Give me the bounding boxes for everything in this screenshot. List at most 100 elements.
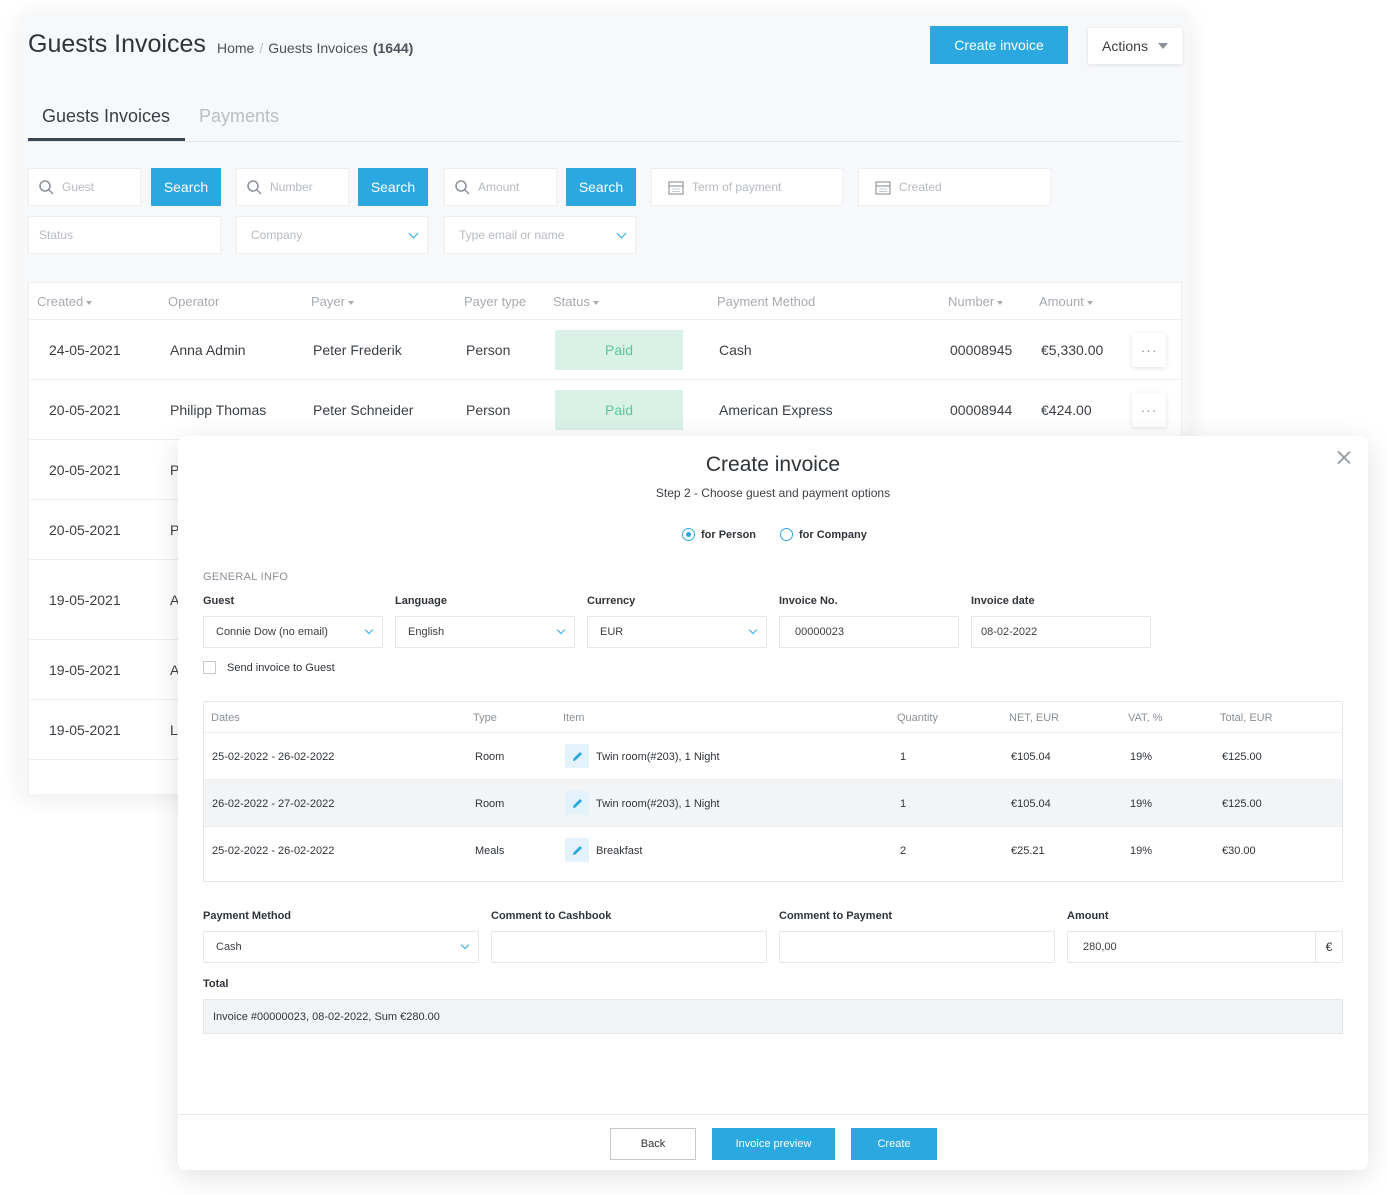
invoice-preview-button[interactable]: Invoice preview	[712, 1128, 835, 1160]
column-header-status[interactable]: Status	[553, 294, 599, 309]
amount-input[interactable]: 280,00 €	[1067, 931, 1343, 963]
column-header-operator: Operator	[168, 294, 220, 309]
status-badge: Paid	[555, 330, 683, 370]
vat-cell: 19%	[1130, 845, 1153, 857]
radio-for-company[interactable]: for Company	[780, 528, 867, 541]
number-search-button[interactable]: Search	[358, 168, 428, 206]
send-invoice-option[interactable]: Send invoice to Guest	[203, 661, 335, 674]
tab-guests-invoices[interactable]: Guests Invoices	[42, 106, 170, 127]
general-info-heading: GENERAL INFO	[203, 571, 289, 583]
item-cell: Breakfast	[596, 845, 643, 857]
email-name-select[interactable]: Type email or name	[444, 216, 636, 254]
chevron-down-icon	[460, 940, 470, 950]
currency-symbol: €	[1315, 932, 1342, 962]
total-label: Total	[203, 978, 229, 990]
more-options-button[interactable]: ···	[1132, 333, 1166, 367]
table-row[interactable]: 24-05-2021 Anna Admin Peter Frederik Per…	[29, 319, 1183, 379]
operator-cell: L	[170, 722, 178, 738]
amount-cell: €424.00	[1041, 402, 1092, 418]
invoice-no-value: 00000023	[795, 626, 844, 638]
dates-cell: 26-02-2022 - 27-02-2022	[212, 798, 335, 810]
table-row[interactable]: 20-05-2021 Philipp Thomas Peter Schneide…	[29, 379, 1183, 439]
column-header-vat: VAT, %	[1128, 712, 1163, 724]
guest-search-button[interactable]: Search	[151, 168, 221, 206]
tab-payments[interactable]: Payments	[199, 106, 279, 127]
created-cell: 19-05-2021	[49, 662, 121, 678]
created-cell: 20-05-2021	[49, 522, 121, 538]
dates-cell: 25-02-2022 - 26-02-2022	[212, 751, 335, 763]
search-icon	[247, 179, 262, 195]
create-invoice-button[interactable]: Create invoice	[930, 26, 1068, 64]
column-header-amount[interactable]: Amount	[1039, 294, 1093, 309]
language-select[interactable]: English	[395, 616, 575, 648]
column-header-number[interactable]: Number	[948, 294, 1004, 309]
comment-payment-input[interactable]	[779, 931, 1055, 963]
table-row: 26-02-2022 - 27-02-2022 Room Twin room(#…	[204, 779, 1342, 826]
amount-search-button[interactable]: Search	[566, 168, 636, 206]
column-header-created[interactable]: Created	[37, 294, 93, 309]
invoice-total-summary: Invoice #00000023, 08-02-2022, Sum €280.…	[203, 999, 1343, 1034]
payment-method-select[interactable]: Cash	[203, 931, 479, 963]
back-button[interactable]: Back	[610, 1128, 696, 1160]
amount-cell: €5,330.00	[1041, 342, 1104, 358]
payer-type-cell: Person	[466, 342, 511, 358]
amount-search-input[interactable]: Amount	[444, 168, 557, 206]
invoice-no-label: Invoice No.	[779, 595, 838, 607]
guest-label: Guest	[203, 595, 235, 607]
operator-cell: Anna Admin	[170, 342, 246, 358]
column-header-item: Item	[563, 712, 585, 724]
created-cell: 20-05-2021	[49, 462, 121, 478]
actions-dropdown[interactable]: Actions	[1088, 28, 1182, 64]
payment-method-cell: American Express	[719, 402, 833, 418]
column-header-payer-type: Payer type	[464, 294, 527, 309]
quantity-cell: 1	[900, 798, 907, 810]
breadcrumb-count: (1644)	[372, 40, 414, 56]
guest-search-input[interactable]: Guest	[28, 168, 141, 206]
active-tab-indicator	[28, 138, 185, 141]
create-button[interactable]: Create	[851, 1128, 937, 1160]
amount-placeholder: Amount	[478, 180, 520, 194]
comment-cashbook-input[interactable]	[491, 931, 767, 963]
invoice-no-input[interactable]: 00000023	[779, 616, 959, 648]
page-title: Guests Invoices	[28, 30, 206, 58]
invoice-date-label: Invoice date	[971, 595, 1035, 607]
guest-select[interactable]: Connie Dow (no email)	[203, 616, 383, 648]
more-options-button[interactable]: ···	[1132, 393, 1166, 427]
currency-label: Currency	[587, 595, 636, 607]
status-input[interactable]: Status	[28, 216, 221, 254]
edit-item-button[interactable]	[565, 791, 589, 815]
column-header-type: Type	[473, 712, 497, 724]
status-badge: Paid	[555, 390, 683, 430]
breadcrumb-separator: /	[259, 40, 264, 56]
edit-item-button[interactable]	[565, 838, 589, 862]
sort-caret-icon	[1086, 300, 1093, 305]
radio-checked-icon	[682, 528, 695, 541]
search-icon	[39, 179, 54, 195]
breadcrumb-home[interactable]: Home	[217, 40, 254, 56]
breadcrumb: Home / Guests Invoices (1644)	[217, 40, 413, 56]
term-placeholder: Term of payment	[692, 180, 782, 194]
pencil-icon	[572, 798, 582, 808]
company-placeholder: Company	[251, 228, 303, 242]
number-placeholder: Number	[270, 180, 313, 194]
radio-for-person[interactable]: for Person	[682, 528, 756, 541]
invoice-date-input[interactable]: 08-02-2022	[971, 616, 1151, 648]
number-search-input[interactable]: Number	[236, 168, 349, 206]
edit-item-button[interactable]	[565, 744, 589, 768]
company-select[interactable]: Company	[236, 216, 428, 254]
calendar-icon	[875, 180, 891, 195]
amount-value: 280,00	[1083, 941, 1117, 953]
term-of-payment-date-input[interactable]: Term of payment	[651, 168, 843, 206]
send-invoice-label: Send invoice to Guest	[227, 661, 335, 674]
search-icon	[455, 179, 470, 195]
column-header-payer[interactable]: Payer	[311, 294, 354, 309]
currency-select[interactable]: EUR	[587, 616, 767, 648]
item-cell: Twin room(#203), 1 Night	[596, 798, 720, 810]
sort-caret-icon	[347, 300, 354, 305]
created-date-input[interactable]: Created	[858, 168, 1051, 206]
caret-down-icon	[1157, 43, 1168, 49]
send-invoice-checkbox[interactable]	[203, 661, 216, 674]
column-header-payment-method: Payment Method	[717, 294, 816, 309]
amount-label: Amount	[1067, 910, 1109, 922]
invoice-date-value: 08-02-2022	[981, 626, 1038, 638]
